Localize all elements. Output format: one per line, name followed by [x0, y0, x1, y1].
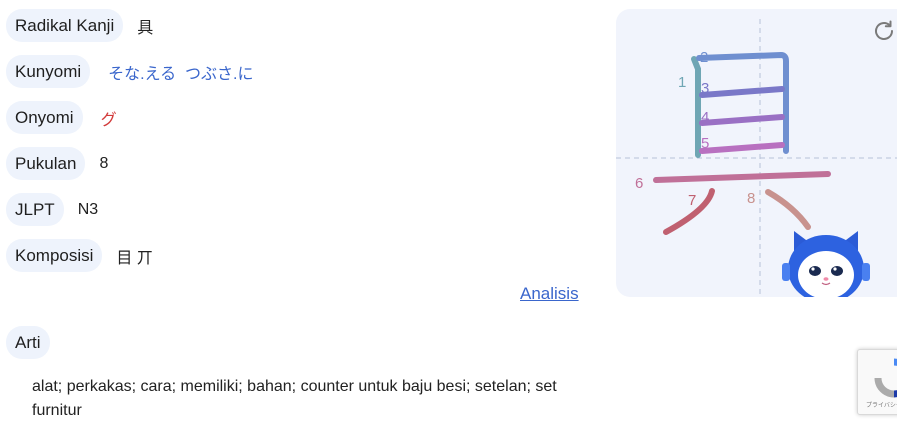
refresh-icon[interactable] — [872, 19, 896, 43]
stroke-8 — [765, 189, 811, 230]
radical-label: Radikal Kanji — [6, 9, 124, 42]
jlpt-value: N3 — [77, 200, 99, 218]
detail-row-radical: Radikal Kanji 具 — [6, 9, 153, 42]
stroke-number-5: 5 — [701, 135, 709, 152]
stroke-6 — [653, 171, 831, 183]
recaptcha-badge-icon — [874, 358, 897, 398]
kunyomi-label: Kunyomi — [6, 55, 91, 88]
onyomi-value[interactable]: グ — [101, 106, 117, 130]
detail-row-jlpt: JLPT N3 — [6, 193, 98, 226]
stroke-3 — [699, 86, 785, 98]
stroke-1 — [691, 56, 701, 158]
detail-row-strokes: Pukulan 8 — [6, 147, 108, 180]
composition-value[interactable]: 目 丌 — [116, 244, 152, 268]
meaning-header: Arti — [6, 326, 50, 359]
kunyomi-value[interactable]: そな.える つぶさ.に — [108, 60, 253, 84]
meaning-text: alat; perkakas; cara; memiliki; bahan; c… — [32, 378, 557, 419]
strokes-label: Pukulan — [6, 147, 86, 180]
jlpt-label: JLPT — [6, 193, 64, 226]
analysis-link[interactable]: Analisis — [520, 284, 579, 304]
stroke-number-8: 8 — [747, 190, 755, 207]
detail-row-composition: Komposisi 目 丌 — [6, 239, 153, 272]
stroke-number-1: 1 — [678, 74, 686, 91]
stroke-number-7: 7 — [688, 192, 696, 209]
onyomi-label: Onyomi — [6, 101, 83, 134]
detail-row-onyomi: Onyomi グ — [6, 101, 117, 134]
detail-row-kunyomi: Kunyomi そな.える つぶさ.に — [6, 55, 253, 88]
stroke-2 — [696, 52, 789, 154]
stroke-number-3: 3 — [701, 80, 709, 97]
strokes-value: 8 — [99, 154, 109, 172]
recaptcha-privacy-text[interactable]: プライバシー — [866, 400, 897, 409]
robot-cat-mascot-icon[interactable] — [780, 227, 872, 297]
composition-label: Komposisi — [6, 239, 103, 272]
stroke-number-2: 2 — [700, 49, 708, 66]
meaning-label: Arti — [6, 326, 50, 359]
stroke-4 — [699, 114, 785, 126]
recaptcha-badge[interactable]: プライバシー — [857, 349, 897, 415]
stroke-number-4: 4 — [701, 109, 709, 126]
stroke-number-6: 6 — [635, 175, 643, 192]
stroke-5 — [699, 142, 785, 154]
stroke-order-panel[interactable]: 1 2 3 4 5 6 7 8 — [616, 9, 897, 297]
radical-value: 具 — [137, 19, 154, 37]
